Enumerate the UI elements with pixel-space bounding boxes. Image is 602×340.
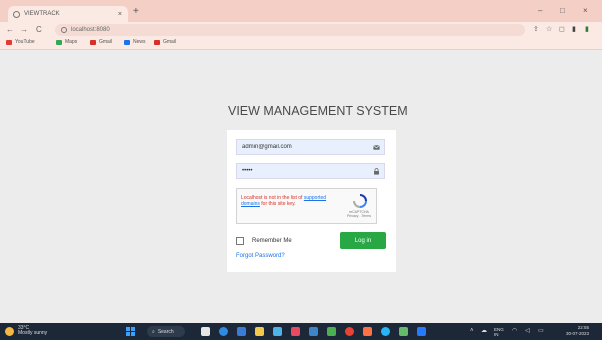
whatsapp-icon[interactable] [327, 327, 336, 336]
file-explorer-icon[interactable] [255, 327, 264, 336]
clock-date: 30-07-2023 [566, 331, 590, 336]
lock-icon [374, 168, 379, 175]
bookmark-label: YouTube [15, 39, 35, 45]
firefox-icon[interactable] [363, 327, 372, 336]
battery-icon[interactable]: ▭ [538, 327, 544, 335]
terminal-icon[interactable] [399, 327, 408, 336]
search-icon: ⌕ [152, 328, 155, 335]
bookmark-gmail[interactable]: Gmail [90, 39, 112, 45]
maximize-icon[interactable]: □ [560, 7, 565, 15]
email-field[interactable] [236, 139, 385, 155]
login-button[interactable]: Log in [340, 232, 386, 249]
page-title: VIEW MANAGEMENT SYSTEM [228, 104, 408, 118]
forward-icon[interactable]: → [20, 25, 28, 35]
chrome-app-icon[interactable] [345, 327, 354, 336]
forgot-password-link[interactable]: Forgot Password? [236, 253, 285, 259]
cloud-icon[interactable]: ☁ [481, 327, 487, 335]
extensions-icon[interactable]: ◻ [559, 26, 566, 33]
profile-icon[interactable]: ▮ [585, 26, 592, 33]
windows-start-icon[interactable] [126, 327, 135, 336]
bookmark-label: Gmail [163, 39, 177, 45]
bookmark-label: Gmail [99, 39, 113, 45]
search-label: Search [157, 328, 174, 335]
edge-icon[interactable] [219, 327, 228, 336]
recaptcha-error-message: Localhost is not in the list of supporte… [241, 195, 339, 207]
password-field[interactable] [236, 163, 385, 179]
globe-icon [13, 10, 20, 18]
tray-chevron-icon[interactable]: ˄ [470, 327, 474, 335]
taskbar-search[interactable]: ⌕ Search [147, 326, 185, 337]
language-sub-label: IN [494, 332, 499, 337]
site-info-icon[interactable] [61, 27, 67, 33]
browser-tab[interactable]: VIEWTRACK × [8, 6, 128, 22]
weather-widget[interactable]: 33°C Mostly sunny [5, 326, 47, 336]
store-icon[interactable] [273, 327, 282, 336]
system-clock[interactable]: 22:55 30-07-2023 [566, 325, 589, 337]
close-tab-icon[interactable]: × [118, 11, 122, 18]
task-view-icon[interactable] [201, 327, 210, 336]
language-indicator[interactable]: ENG IN [494, 327, 504, 337]
address-text: localhost:8080 [71, 27, 110, 33]
recaptcha-error-text-end: for this site key. [261, 201, 296, 207]
remember-me[interactable]: Remember Me [236, 237, 292, 245]
bookmark-gmail-2[interactable]: Gmail [154, 39, 176, 45]
recaptcha-logo-icon [353, 194, 367, 208]
minimize-icon[interactable]: – [538, 7, 542, 15]
youtube-icon [6, 39, 12, 45]
chrome-icon[interactable] [237, 327, 246, 336]
wifi-icon[interactable]: ◠ [512, 327, 517, 335]
bookmark-label: Maps [65, 39, 78, 45]
mail-icon[interactable] [291, 327, 300, 336]
gmail-icon [154, 39, 160, 45]
taskbar: 33°C Mostly sunny ⌕ Search ˄ ☁ ENG IN ◠ … [0, 323, 602, 340]
address-bar[interactable]: localhost:8080 [55, 24, 525, 36]
star-icon[interactable]: ☆ [546, 26, 553, 33]
share-icon[interactable]: ⇪ [533, 26, 540, 33]
email-input[interactable] [237, 144, 362, 150]
bookmark-maps[interactable]: Maps [56, 39, 77, 45]
envelope-icon [373, 145, 380, 150]
calendar-icon[interactable] [309, 327, 318, 336]
sun-icon [5, 326, 14, 336]
bookmark-youtube[interactable]: YouTube [6, 39, 35, 45]
tab-title: VIEWTRACK [24, 11, 60, 17]
login-card: Localhost is not in the list of supporte… [227, 130, 396, 272]
maps-icon [56, 39, 62, 45]
bookmark-news[interactable]: News [124, 39, 146, 45]
remember-checkbox[interactable] [236, 237, 244, 245]
reload-icon[interactable]: C [36, 25, 42, 35]
new-tab-button[interactable]: + [133, 7, 139, 17]
recaptcha-widget[interactable]: Localhost is not in the list of supporte… [236, 188, 377, 224]
gmail-icon [90, 39, 96, 45]
browser-tab-strip: VIEWTRACK × + – □ × [0, 0, 602, 22]
sidebar-icon[interactable]: ▮ [572, 26, 579, 33]
recaptcha-terms: reCAPTCHA Privacy - Terms [346, 210, 371, 218]
settings-app-icon[interactable] [381, 327, 390, 336]
news-icon [124, 39, 130, 45]
bookmarks-bar: YouTube Maps Gmail News Gmail [0, 38, 602, 50]
password-input[interactable] [237, 168, 362, 174]
close-window-icon[interactable]: × [583, 7, 588, 15]
browser-toolbar: ← → C localhost:8080 ⇪ ☆ ◻ ▮ ▮ [0, 22, 602, 38]
back-icon[interactable]: ← [6, 25, 14, 35]
volume-icon[interactable]: ◁ [525, 327, 530, 335]
vscode-icon[interactable] [417, 327, 426, 336]
remember-label: Remember Me [252, 238, 292, 244]
bookmark-label: News [133, 39, 146, 45]
weather-text: Mostly sunny [18, 330, 48, 336]
